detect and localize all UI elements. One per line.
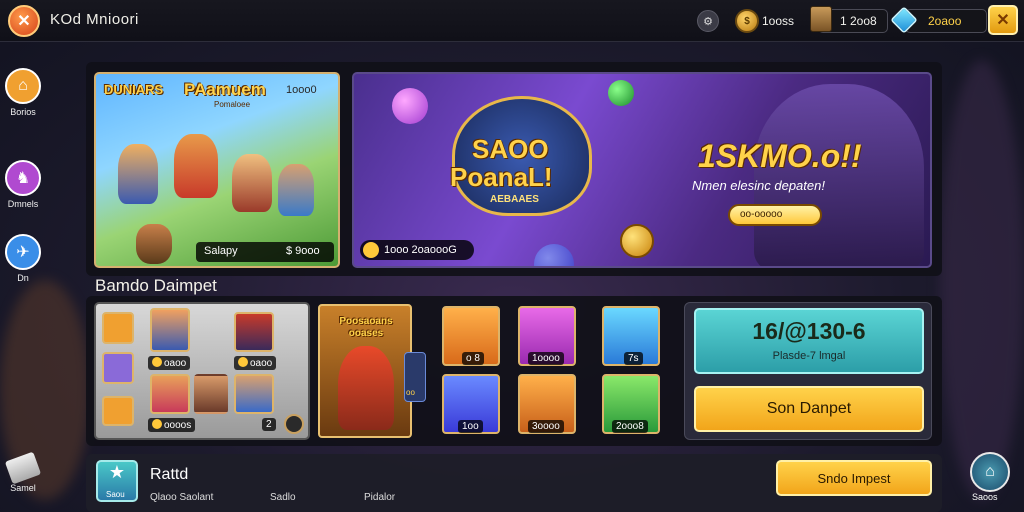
bottom-col: Sadlo [270, 492, 296, 503]
featured-side-num: oo [406, 388, 415, 397]
bottom-title: Rattd [150, 466, 189, 483]
gem-count: 2oaoo [928, 14, 962, 28]
offer-amount: 16/@130-6 [752, 318, 866, 344]
home-icon: ⌂ [5, 68, 41, 104]
grid-price: oaoo [148, 356, 191, 370]
event-footer-value: $ 9ooo [286, 245, 320, 257]
bottom-col: Pidalor [364, 492, 396, 503]
settings-circle-icon[interactable] [284, 414, 304, 434]
boss-character [754, 84, 924, 266]
chest-icon [810, 6, 832, 32]
item-label: 3oooo [528, 420, 564, 433]
app-title: KOd Mnioori [50, 11, 139, 28]
offer-button-label: Son Danpet [766, 400, 852, 417]
event-logo-line1: SAOO [472, 134, 549, 164]
sidebar-item-home[interactable]: ⌂ Borios [4, 68, 42, 117]
character-sprite [232, 154, 272, 212]
coin-icon [152, 419, 162, 429]
featured-hero-card[interactable]: Poosaoans ooases [318, 304, 412, 438]
gear-icon[interactable]: ⚙ [697, 10, 719, 32]
grid-price-text: oooos [164, 420, 192, 431]
hero-icon: ♞ [5, 160, 41, 196]
sidebar-item-social[interactable]: ✈ Dn [4, 234, 42, 283]
bird-icon: ✈ [5, 234, 41, 270]
event-logo-line2: PoanaL! [450, 162, 553, 192]
background-crowd [940, 60, 1024, 500]
coin-icon [238, 357, 248, 367]
orb-decoration [534, 244, 574, 266]
bottom-col: Qlaoo Saolant [150, 492, 214, 503]
cards-icon [4, 451, 42, 485]
offer-sub: Plasde-7 lmgal [772, 350, 846, 362]
item-label: 1oo [458, 420, 483, 433]
event-footer-text: 1ooo 2oaoooG [384, 244, 457, 256]
event-logo-sub: AEBAAES [490, 194, 539, 205]
bottom-icon-label: Saou [106, 490, 125, 499]
item-label: 1oooo [528, 352, 564, 365]
grid-hero-card[interactable] [150, 374, 190, 414]
bottom-action-button[interactable]: Sndo Impest [776, 460, 932, 496]
coin-icon: $ [735, 9, 759, 33]
event-claim-label: oo-ooooo [740, 209, 783, 220]
event-card-left[interactable]: DUNIARS PAamuem Pomaloee 1ooo0 Salapy $ … [94, 72, 340, 268]
event-tag: DUNIARS [104, 82, 164, 97]
coin-decoration [620, 224, 654, 258]
item-label: o 8 [462, 352, 484, 365]
character-sprite [136, 224, 172, 264]
chest-amount: 1 2oo8 [840, 14, 877, 28]
coin-count: 1ooss [762, 14, 795, 28]
event-price: 1ooo0 [286, 84, 317, 96]
clan-label: Saoos [972, 492, 998, 502]
event-card-main[interactable]: SAOO PoanaL! AEBAAES 1SKMO.o!! Nmen eles… [352, 72, 932, 268]
sidebar-item-label: Dn [17, 273, 29, 283]
grid-price: oaoo [234, 356, 277, 370]
grid-price-text: oaoo [250, 358, 273, 369]
event-title: PAamuem [184, 80, 266, 99]
grid-count: 2 [262, 418, 276, 431]
orb-decoration [392, 88, 428, 124]
grid-icon-tile[interactable] [102, 312, 134, 344]
shop-icon[interactable]: ✕ [988, 5, 1018, 35]
grid-hero-card[interactable] [234, 312, 274, 352]
event-footer-label: Salapy [204, 245, 238, 257]
grid-price: oooos [148, 418, 196, 432]
item-label: 2ooo8 [612, 420, 648, 433]
grid-icon-tile[interactable] [102, 352, 134, 384]
top-bar: ✕ KOd Mnioori ⚙ $ 1ooss 1 2oo8 2oaoo ✕ [0, 0, 1024, 42]
sidebar-item-label: Borios [10, 107, 36, 117]
character-sprite [338, 346, 394, 430]
coin-icon [152, 357, 162, 367]
event-subline: Nmen elesinc depaten! [692, 178, 825, 193]
event-headline: 1SKMO.o!! [698, 138, 862, 174]
gem-decoration [608, 80, 634, 106]
section-title: Bamdo Daimpet [95, 276, 217, 295]
grid-hero-card[interactable] [194, 374, 228, 414]
grid-price-text: oaoo [164, 358, 187, 369]
offer-button[interactable]: Son Danpet [694, 386, 924, 432]
featured-title: Poosaoans ooases [339, 316, 393, 339]
clan-icon[interactable]: ⌂ [970, 452, 1010, 492]
character-sprite [278, 164, 314, 216]
grid-icon-tile[interactable] [102, 396, 134, 426]
sidebar-item-label: Samel [10, 483, 36, 493]
item-label: 7s [624, 352, 643, 365]
sidebar-item-label: Dmnels [7, 199, 39, 209]
character-sprite [174, 134, 218, 198]
character-sprite [118, 144, 158, 204]
event-subtitle: Pomaloee [214, 100, 251, 109]
coin-icon [363, 242, 379, 258]
grid-hero-card[interactable] [150, 308, 190, 352]
sidebar-item-heroes[interactable]: ♞ Dmnels [4, 160, 42, 209]
sidebar-item-bottom[interactable]: Samel [4, 451, 42, 493]
grid-hero-card[interactable] [234, 374, 274, 414]
bottom-action-label: Sndo Impest [817, 470, 891, 486]
game-logo-icon[interactable]: ✕ [8, 5, 40, 37]
